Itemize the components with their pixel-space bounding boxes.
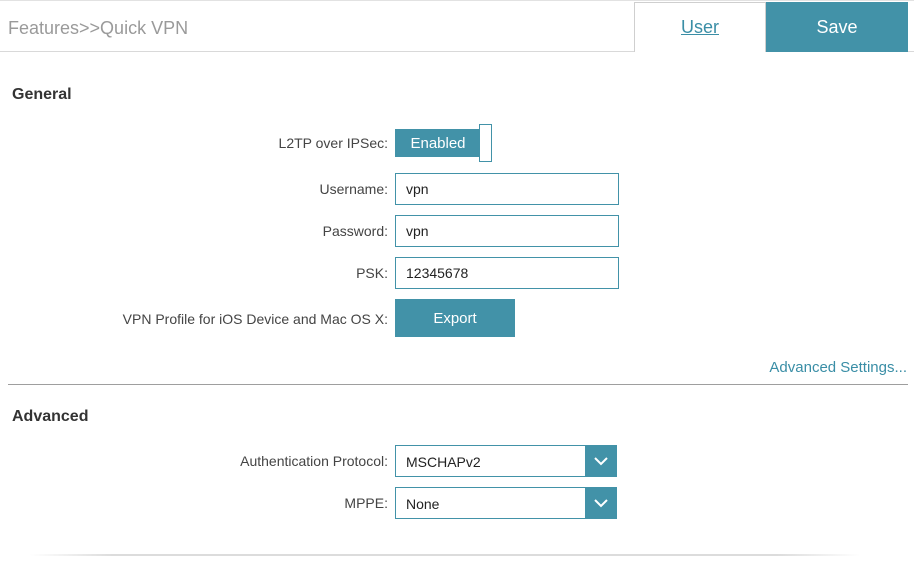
export-button[interactable]: Export xyxy=(395,299,515,337)
username-input[interactable] xyxy=(395,173,619,205)
toggle-knob[interactable] xyxy=(479,124,492,162)
l2tp-toggle[interactable]: Enabled xyxy=(395,124,495,162)
mppe-select[interactable]: None xyxy=(395,487,617,519)
chevron-down-icon[interactable] xyxy=(585,488,616,518)
auth-protocol-label: Authentication Protocol: xyxy=(240,453,388,469)
general-section-title: General xyxy=(12,86,72,103)
advanced-settings-link[interactable]: Advanced Settings... xyxy=(769,359,907,376)
mppe-value: None xyxy=(406,496,440,512)
psk-label: PSK: xyxy=(356,265,388,281)
mppe-label: MPPE: xyxy=(344,495,388,511)
password-input[interactable] xyxy=(395,215,619,247)
breadcrumb: Features>>Quick VPN xyxy=(8,18,189,38)
section-divider xyxy=(8,384,908,385)
save-button[interactable]: Save xyxy=(766,2,908,52)
psk-input[interactable] xyxy=(395,257,619,289)
bottom-separator xyxy=(30,554,860,556)
chevron-down-icon[interactable] xyxy=(585,446,616,476)
l2tp-label: L2TP over IPSec: xyxy=(278,135,388,151)
toggle-state-label: Enabled xyxy=(395,129,481,157)
username-label: Username: xyxy=(319,181,388,197)
auth-protocol-value: MSCHAPv2 xyxy=(406,454,481,470)
auth-protocol-select[interactable]: MSCHAPv2 xyxy=(395,445,617,477)
password-label: Password: xyxy=(322,223,388,239)
user-button[interactable]: User xyxy=(634,2,766,52)
advanced-section-title: Advanced xyxy=(12,408,89,425)
vpn-profile-label: VPN Profile for iOS Device and Mac OS X: xyxy=(122,311,388,327)
